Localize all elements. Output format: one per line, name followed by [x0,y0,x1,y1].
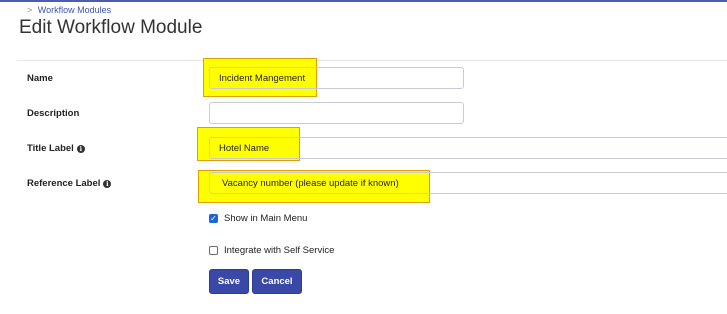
name-input-value: Incident Mangement [219,72,306,84]
info-circle-icon[interactable]: i [103,179,112,188]
integrate-self-service-checkbox[interactable] [209,246,218,255]
description-label-text: Description [27,108,80,119]
title-label-input[interactable]: Hotel Name [209,137,727,159]
reference-label-label-text: Reference Label [27,178,101,189]
reference-label-input[interactable]: Vacancy number (please update if known) [209,172,727,194]
cancel-button[interactable]: Cancel [252,269,302,294]
top-accent-bar [0,0,727,2]
breadcrumb: > Workflow Modules [27,5,111,15]
save-button[interactable]: Save [209,269,249,294]
integrate-self-service-label: Integrate with Self Service [224,245,335,256]
page-title: Edit Workflow Module [19,17,203,38]
info-circle-icon[interactable]: i [76,144,85,153]
name-label: Name [27,73,53,84]
show-in-main-menu-checkbox[interactable]: ✓ [209,214,218,223]
show-in-main-menu-label: Show in Main Menu [224,213,308,224]
title-label-input-value: Hotel Name [219,142,270,154]
title-label-label: Title Label i [27,143,85,154]
reference-label-label: Reference Label i [27,178,112,189]
integrate-self-service-row[interactable]: Integrate with Self Service [209,245,334,256]
name-label-text: Name [27,73,53,84]
description-label: Description [27,108,79,119]
name-input[interactable]: Incident Mangement [209,67,464,89]
description-input[interactable] [209,102,464,124]
breadcrumb-separator: > [27,5,33,15]
breadcrumb-link-workflow-modules[interactable]: Workflow Modules [38,5,111,15]
header-divider [17,60,727,61]
reference-label-input-value: Vacancy number (please update if known) [222,177,399,189]
title-label-label-text: Title Label [27,143,74,154]
show-in-main-menu-row[interactable]: ✓ Show in Main Menu [209,213,307,224]
